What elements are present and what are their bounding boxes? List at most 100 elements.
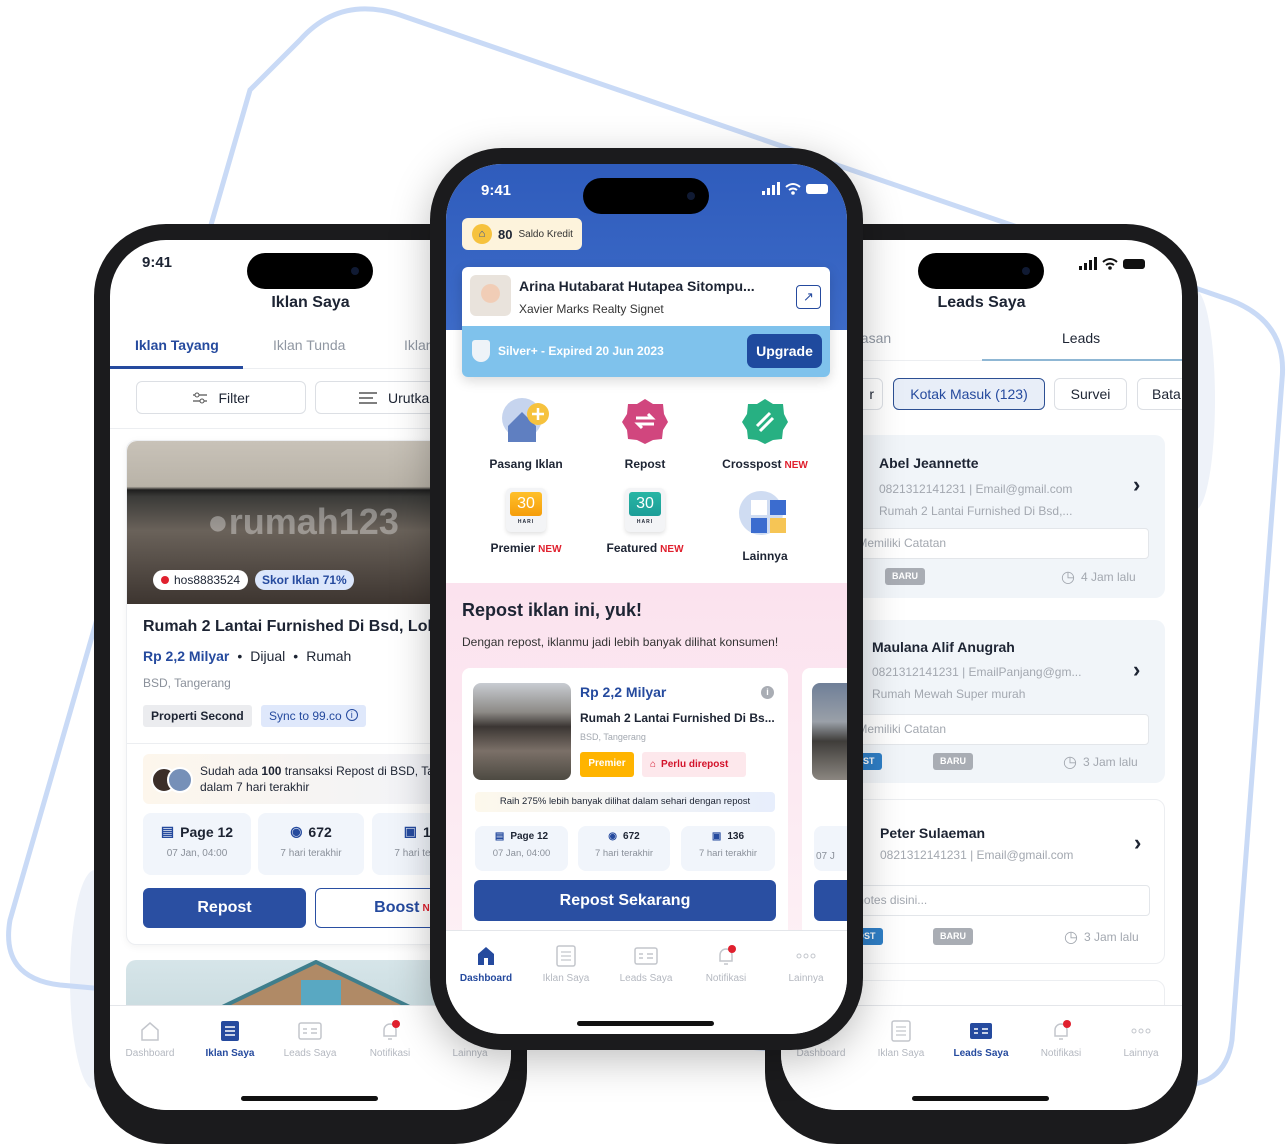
filter-icon bbox=[193, 392, 208, 403]
tab-iklan-tayang[interactable]: Iklan Tayang bbox=[135, 337, 219, 353]
avatar bbox=[167, 767, 193, 793]
menu-crosspost[interactable]: Crosspost NEW bbox=[700, 396, 830, 471]
needs-repost-badge: ⌂ Perlu direpost bbox=[642, 752, 746, 777]
lead-contact: 0821312141231 | Email@gmail.com bbox=[880, 848, 1074, 862]
list-icon bbox=[556, 945, 576, 967]
menu-featured[interactable]: 30 HARI Featured NEW bbox=[580, 488, 710, 555]
battery-icon bbox=[806, 184, 828, 194]
nav-notifikasi[interactable]: Notifikasi bbox=[686, 945, 766, 984]
rumah123-watermark: ●rumah123rumah123 bbox=[207, 501, 399, 542]
click-icon: ▣ bbox=[711, 831, 722, 842]
sync-label: Sync to 99.co bbox=[269, 709, 342, 723]
info-icon[interactable]: i bbox=[345, 709, 358, 721]
new-badge: NEW bbox=[660, 544, 684, 555]
lead-tag-new: BARU bbox=[933, 928, 973, 945]
credit-balance-pill[interactable]: ⌂ 80 Saldo Kredit bbox=[462, 218, 582, 250]
nav-leads-saya[interactable]: Leads Saya bbox=[606, 945, 686, 984]
menu-lainnya[interactable]: Lainnya bbox=[700, 488, 830, 563]
stat-page-rank: ▤ Page 12 07 Jan, 04:00 bbox=[143, 813, 251, 875]
lead-tag-new: BARU bbox=[885, 568, 925, 585]
repost-now-button[interactable]: Repost Sekarang bbox=[474, 880, 776, 921]
listing-photo bbox=[812, 683, 847, 780]
nav-lainnya[interactable]: Lainnya bbox=[766, 945, 846, 984]
property-chip: Properti Second bbox=[143, 705, 252, 727]
menu-premier[interactable]: 30 HARI Premier NEW bbox=[461, 488, 591, 555]
clock-icon: ◷ bbox=[1063, 754, 1077, 771]
info-icon[interactable]: i bbox=[761, 686, 774, 699]
nav-iklan-saya[interactable]: Iklan Saya bbox=[526, 945, 606, 984]
nav-notifikasi[interactable]: Notifikasi bbox=[1021, 1020, 1101, 1059]
nav-dashboard[interactable]: Dashboard bbox=[446, 945, 526, 984]
ad-score-badge: Skor Iklan 71% bbox=[255, 570, 354, 590]
menu-repost[interactable]: Repost bbox=[580, 396, 710, 471]
tab-leads[interactable]: Leads bbox=[1062, 330, 1100, 346]
lead-card[interactable]: Peter Sulaeman 0821312141231 | Email@gma… bbox=[802, 799, 1165, 964]
chevron-right-icon[interactable]: › bbox=[1134, 830, 1141, 856]
repost-section-subtitle: Dengan repost, iklanmu jadi lebih banyak… bbox=[462, 635, 779, 649]
repost-section: Repost iklan ini, yuk! Dengan repost, ik… bbox=[446, 583, 847, 948]
share-icon[interactable]: ↗ bbox=[796, 285, 821, 309]
profile-card[interactable]: Arina Hutabarat Hutapea Sitompu... Xavie… bbox=[462, 267, 830, 377]
repost-section-title: Repost iklan ini, yuk! bbox=[462, 600, 643, 620]
lead-card[interactable]: Maulana Alif Anugrah 0821312141231 | Ema… bbox=[801, 620, 1165, 783]
more-icon bbox=[1131, 1028, 1151, 1034]
lead-card[interactable]: Abel Jeannette 0821312141231 | Email@gma… bbox=[801, 435, 1165, 598]
bell-icon bbox=[383, 1020, 400, 1040]
nav-leads-saya[interactable]: Leads Saya bbox=[270, 1020, 350, 1059]
clock-icon: ◷ bbox=[1061, 569, 1075, 586]
stat-views: ◉ 672 7 hari terakhir bbox=[258, 813, 364, 875]
repost-now-button[interactable] bbox=[814, 880, 847, 921]
nav-iklan-saya[interactable]: Iklan Saya bbox=[861, 1020, 941, 1059]
chevron-right-icon[interactable]: › bbox=[1133, 657, 1140, 683]
profile-agency: Xavier Marks Realty Signet bbox=[519, 302, 664, 316]
profile-avatar bbox=[470, 275, 511, 316]
listing-type: Rumah bbox=[306, 648, 352, 664]
dynamic-island bbox=[918, 253, 1044, 289]
filter-button[interactable]: Filter bbox=[136, 381, 306, 414]
bell-icon bbox=[719, 945, 736, 965]
eye-icon: ◉ bbox=[608, 831, 618, 842]
chip-survei[interactable]: Survei bbox=[1054, 378, 1127, 410]
signal-icon bbox=[1079, 257, 1097, 270]
wifi-icon bbox=[1102, 258, 1118, 266]
tab-iklan-tunda[interactable]: Iklan Tunda bbox=[273, 337, 345, 353]
page-rank-icon: ▤ bbox=[494, 831, 505, 842]
sync-99co-chip[interactable]: Sync to 99.co i bbox=[261, 705, 366, 727]
nav-leads-saya[interactable]: Leads Saya bbox=[941, 1020, 1021, 1059]
add-listing-icon bbox=[502, 398, 549, 442]
clock-icon: ◷ bbox=[1064, 929, 1078, 946]
sort-icon bbox=[359, 391, 377, 404]
upgrade-button[interactable]: Upgrade bbox=[747, 334, 822, 368]
page-rank-icon: ▤ bbox=[160, 823, 175, 839]
profile-name: Arina Hutabarat Hutapea Sitompu... bbox=[519, 278, 755, 294]
menu-pasang-iklan[interactable]: Pasang Iklan bbox=[461, 396, 591, 471]
lead-name: Peter Sulaeman bbox=[880, 825, 986, 841]
chip-batal[interactable]: Bata bbox=[1137, 378, 1182, 410]
featured-30-icon: 30 HARI bbox=[625, 488, 665, 532]
chip-kotak-masuk[interactable]: Kotak Masuk (123) bbox=[893, 378, 1045, 410]
home-indicator bbox=[577, 1021, 714, 1026]
nav-dashboard[interactable]: Dashboard bbox=[110, 1020, 190, 1059]
nav-iklan-saya[interactable]: Iklan Saya bbox=[190, 1020, 270, 1059]
home-indicator bbox=[241, 1096, 378, 1101]
crosspost-icon bbox=[742, 399, 788, 444]
listing-price: Rp 2,2 Milyar bbox=[580, 684, 667, 700]
signal-icon bbox=[762, 182, 780, 195]
premier-badge: Premier bbox=[580, 752, 634, 777]
owner-id-badge: hos8883524 bbox=[153, 570, 249, 590]
repost-icon bbox=[622, 399, 668, 444]
nav-lainnya[interactable]: Lainnya bbox=[1101, 1020, 1181, 1059]
stat-clicks: ▣1367 hari terakhir bbox=[681, 826, 775, 871]
contact-card-icon bbox=[634, 947, 658, 965]
house-alert-icon: ⌂ bbox=[650, 759, 657, 770]
dynamic-island bbox=[247, 253, 373, 289]
credit-coin-icon: ⌂ bbox=[472, 224, 492, 244]
next-repost-card[interactable]: 07 J bbox=[802, 668, 847, 948]
repost-button[interactable]: Repost bbox=[143, 888, 306, 928]
listing-title[interactable]: Rumah 2 Lantai Furnished Di Bsd, Lok bbox=[143, 618, 436, 636]
nav-notifikasi[interactable]: Notifikasi bbox=[350, 1020, 430, 1059]
listing-photo bbox=[473, 683, 571, 780]
listing-meta: Rp 2,2 Milyar • Dijual • Rumah bbox=[143, 648, 352, 664]
repost-listing-card[interactable]: Rp 2,2 Milyar i Rumah 2 Lantai Furnished… bbox=[462, 668, 788, 948]
chevron-right-icon[interactable]: › bbox=[1133, 472, 1140, 498]
